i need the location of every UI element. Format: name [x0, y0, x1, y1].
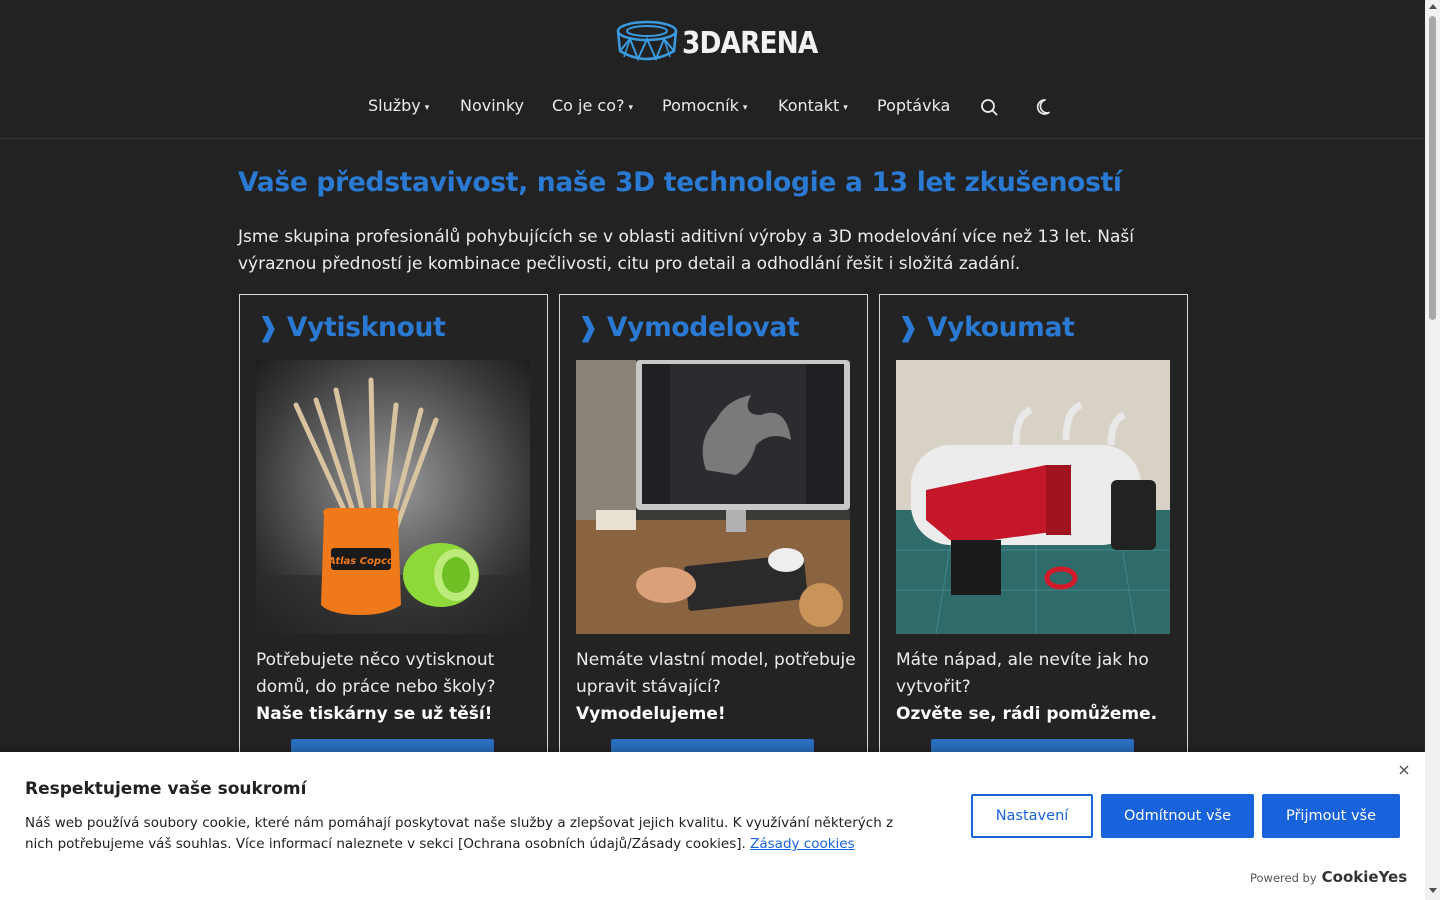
card-image-cutaway-model	[896, 360, 1170, 634]
scroll-down-arrow-icon[interactable]	[1429, 888, 1437, 893]
chevron-right-icon: ❱	[577, 312, 599, 343]
cookie-accept-button[interactable]: Přijmout vše	[1262, 794, 1400, 838]
close-icon[interactable]	[1397, 762, 1411, 776]
card-highlight: Naše tiskárny se už těší!	[256, 704, 493, 724]
nav-item-novinky[interactable]: Novinky	[460, 94, 524, 118]
moon-icon[interactable]	[1034, 96, 1056, 118]
nav-item-pomocnik[interactable]: Pomocník ▾	[662, 94, 747, 120]
caret-down-icon: ▾	[742, 103, 748, 113]
caret-down-icon: ▾	[843, 103, 848, 113]
card-text: Máte nápad, ale nevíte jak ho vytvořit?	[896, 650, 1149, 697]
vertical-scrollbar[interactable]	[1425, 0, 1440, 900]
scrollbar-thumb[interactable]	[1429, 16, 1436, 320]
site-logo[interactable]: 3DARENA	[616, 18, 836, 68]
caret-down-icon: ▾	[424, 103, 430, 113]
cookieyes-logo: CookieYes	[1321, 868, 1408, 886]
card-description: Máte nápad, ale nevíte jak ho vytvořit? O…	[896, 647, 1186, 728]
logo-text: 3DARENA	[682, 25, 818, 61]
nav-label: Pomocník	[662, 96, 739, 115]
service-card-research: ❱ Vykoumat Máte nápad, ale nevíte jak ho …	[879, 294, 1188, 769]
cookie-reject-button[interactable]: Odmítnout vše	[1101, 794, 1254, 838]
nav-label: Služby	[368, 96, 421, 115]
card-image-pencil-holder: Atlas Copco	[256, 360, 530, 634]
scroll-up-arrow-icon[interactable]	[1429, 4, 1437, 9]
cookie-settings-button[interactable]: Nastavení	[971, 794, 1093, 838]
card-title-link[interactable]: ❱ Vymodelovat	[577, 312, 800, 343]
nav-label: Poptávka	[877, 96, 951, 115]
nav-item-poptavka[interactable]: Poptávka	[877, 94, 950, 118]
main-nav: Služby ▾ Novinky Co je co? ▾ Pomocník ▾ Kon…	[0, 94, 1425, 120]
cookie-banner: Respektujeme vaše soukromí Náš web použí…	[0, 752, 1425, 900]
powered-by-label: Powered by	[1250, 871, 1317, 885]
nav-item-sluzby[interactable]: Služby ▾	[368, 94, 429, 120]
cookie-text: Náš web používá soubory cookie, které ná…	[25, 813, 895, 855]
cookie-policy-link[interactable]: Zásady cookies	[750, 836, 855, 852]
caret-down-icon: ▾	[628, 103, 634, 113]
card-description: Potřebujete něco vytisknout domů, do prá…	[256, 647, 546, 728]
nav-item-co-je-co[interactable]: Co je co? ▾	[552, 94, 633, 120]
chevron-right-icon: ❱	[897, 312, 919, 343]
card-title: Vykoumat	[926, 312, 1075, 343]
nav-label: Co je co?	[552, 96, 625, 115]
card-highlight: Vymodelujeme!	[576, 704, 726, 724]
card-text: Potřebujete něco vytisknout domů, do prá…	[256, 650, 496, 697]
svg-text:Atlas Copco: Atlas Copco	[327, 556, 394, 567]
page-title: Vaše představivost, naše 3D technologie …	[238, 167, 1122, 198]
nav-label: Novinky	[460, 96, 524, 115]
search-icon[interactable]	[978, 96, 1000, 118]
card-title-link[interactable]: ❱ Vytisknout	[257, 312, 446, 343]
site-header: 3DARENA Služby ▾ Novinky Co je co? ▾ Pomoc…	[0, 0, 1425, 139]
card-title-link[interactable]: ❱ Vykoumat	[897, 312, 1075, 343]
chevron-right-icon: ❱	[257, 312, 279, 343]
service-card-print: ❱ Vytisknout Atlas Copco Potřebujete něco…	[239, 294, 548, 769]
powered-by: Powered by CookieYes	[1250, 868, 1407, 886]
hero-description: Jsme skupina profesionálů pohybujících s…	[238, 227, 1134, 274]
card-highlight: Ozvěte se, rádi pomůžeme.	[896, 704, 1158, 724]
nav-item-kontakt[interactable]: Kontakt ▾	[778, 94, 848, 120]
card-description: Nemáte vlastní model, potřebuje upravit …	[576, 647, 866, 728]
stadium-logo-icon	[616, 20, 678, 62]
card-title: Vytisknout	[286, 312, 446, 343]
service-card-model: ❱ Vymodelovat Nemáte vlastní model, potře…	[559, 294, 868, 769]
card-image-monitor-dragon	[576, 360, 850, 634]
card-title: Vymodelovat	[606, 312, 800, 343]
card-text: Nemáte vlastní model, potřebuje upravit …	[576, 650, 856, 697]
nav-label: Kontakt	[778, 96, 840, 115]
cookie-title: Respektujeme vaše soukromí	[25, 779, 307, 799]
